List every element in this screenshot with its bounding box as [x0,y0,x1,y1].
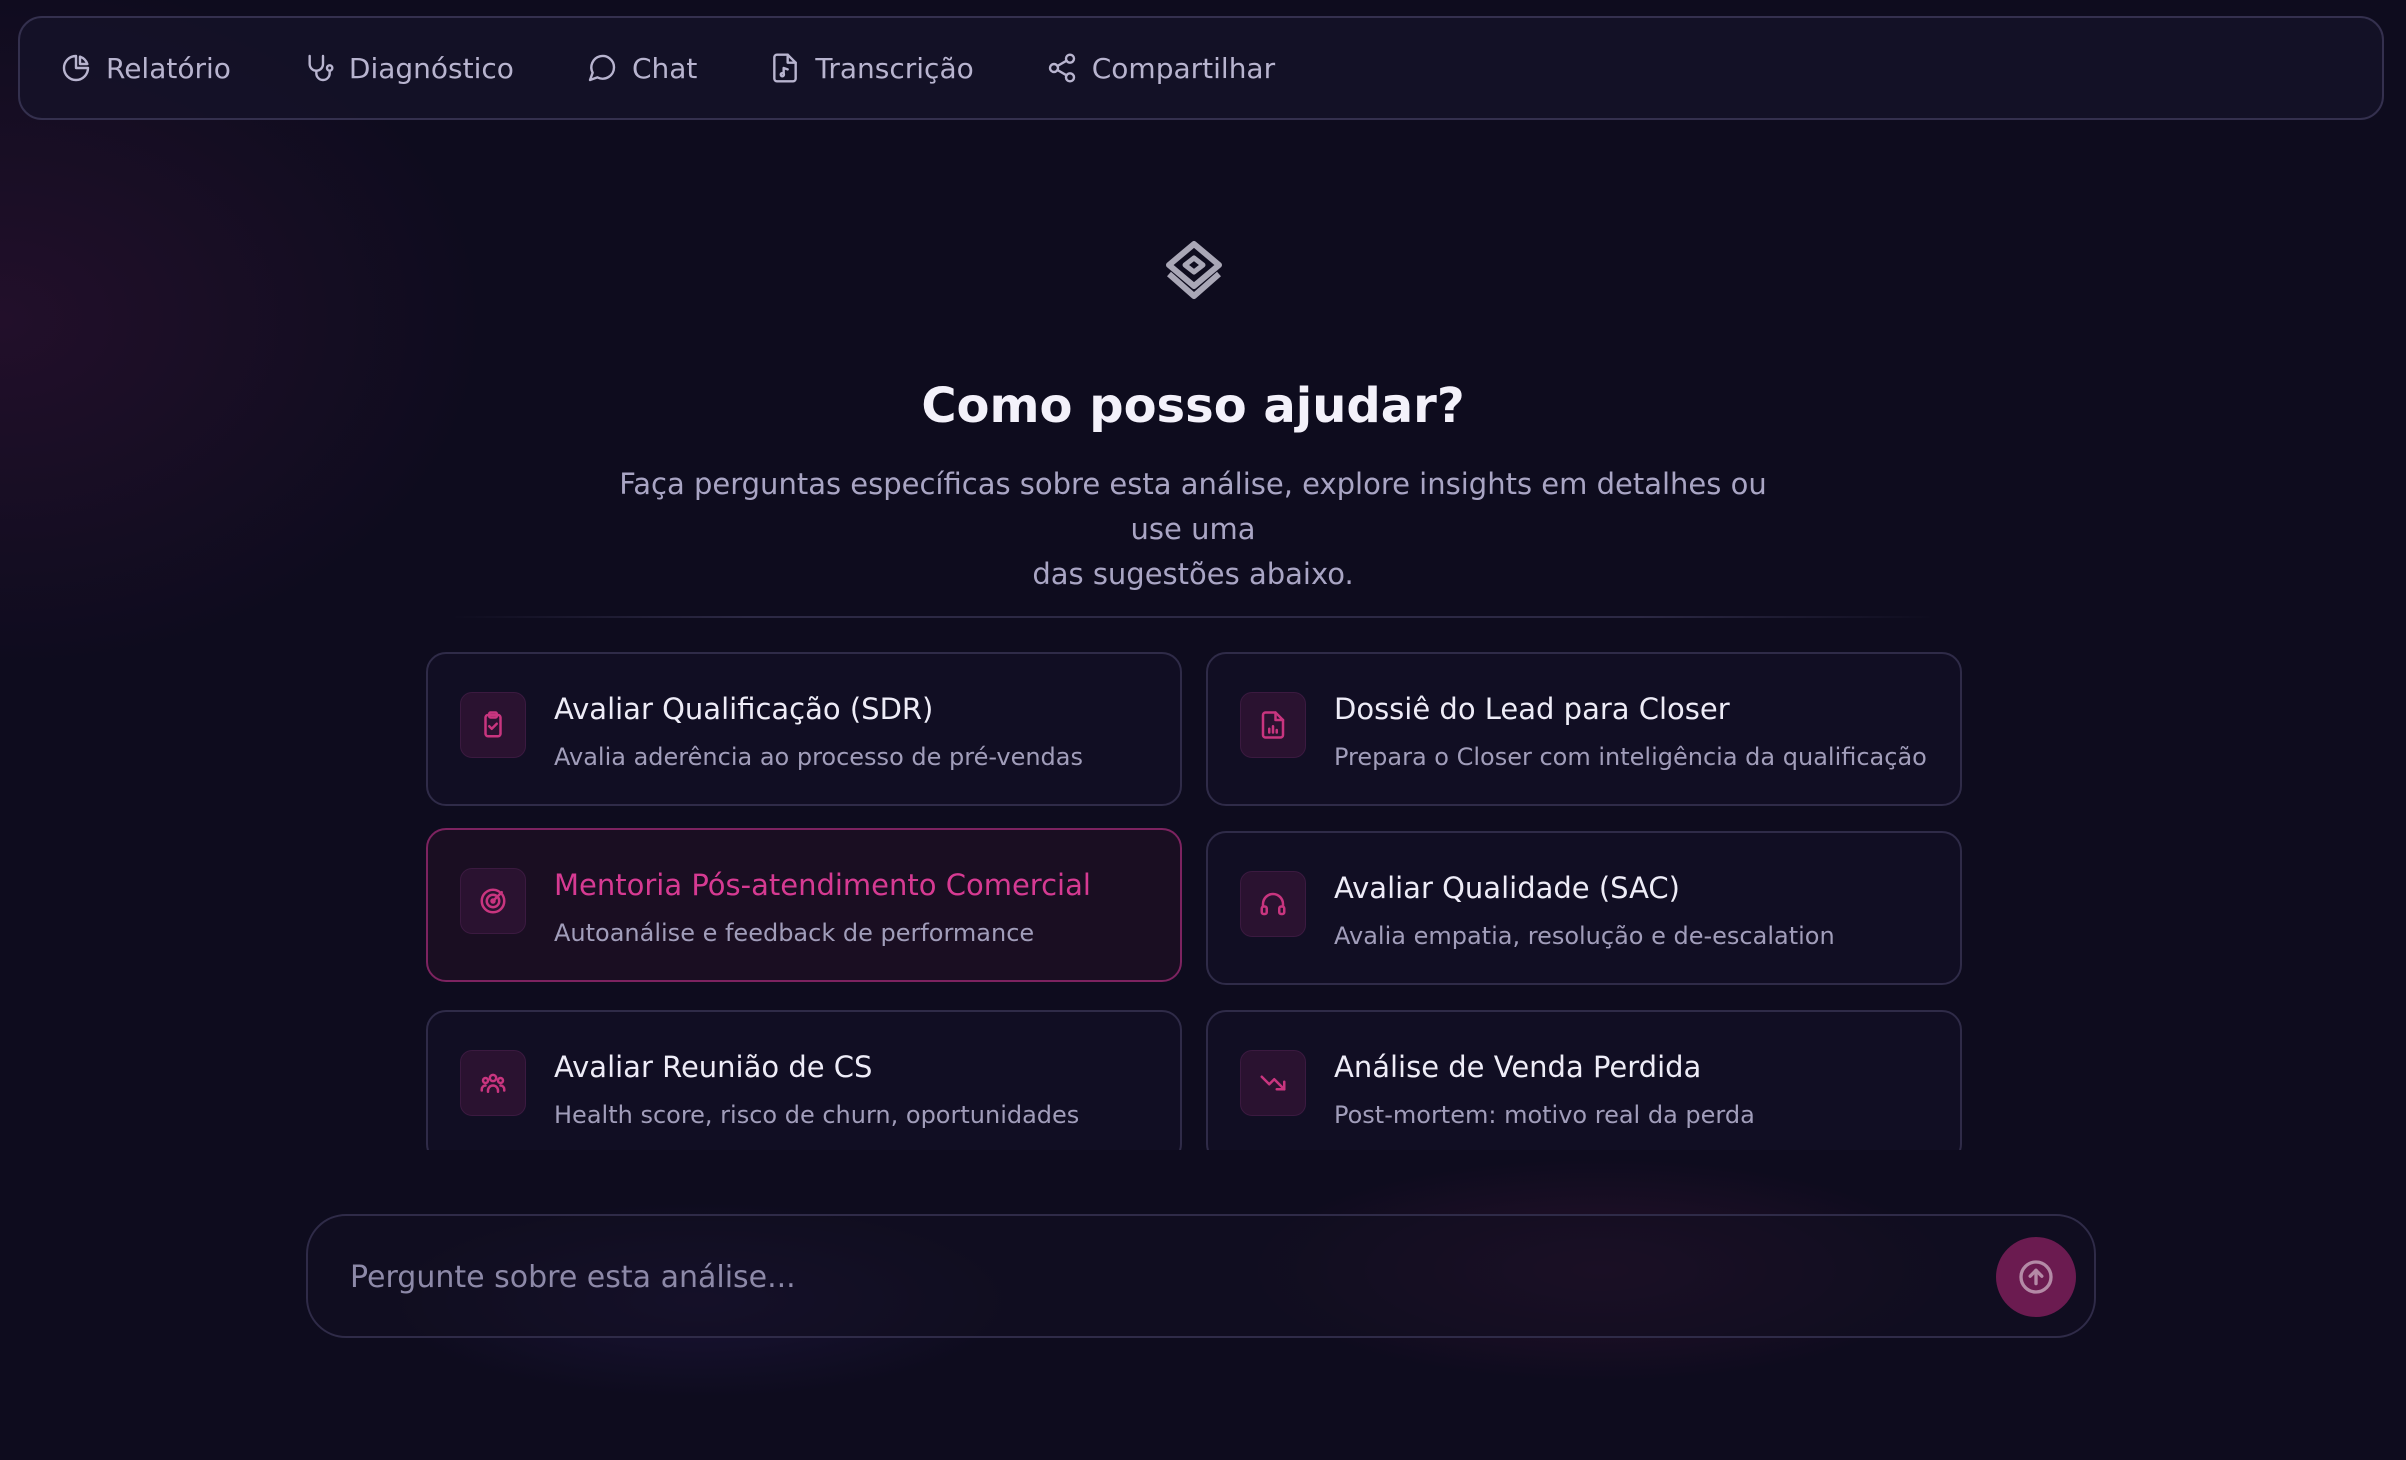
divider [450,616,1936,618]
users-icon [460,1050,526,1116]
tab-compartilhar[interactable]: Compartilhar [1046,52,1275,85]
suggestion-card-mentoria[interactable]: Mentoria Pós-atendimento Comercial Autoa… [426,828,1182,982]
subtitle-line-2: das sugestões abaixo. [1032,557,1354,591]
tab-transcricao[interactable]: Transcrição [769,51,974,85]
chat-input[interactable] [348,1246,1852,1308]
suggestion-description: Prepara o Closer com inteligência da qua… [1334,743,1927,771]
suggestion-title: Análise de Venda Perdida [1334,1050,1702,1084]
headset-icon [1240,871,1306,937]
suggestion-description: Health score, risco de churn, oportunida… [554,1101,1080,1129]
suggestion-card-venda-perdida[interactable]: Análise de Venda Perdida Post-mortem: mo… [1206,1010,1962,1150]
tab-diagnostico[interactable]: Diagnóstico [303,52,514,85]
tab-label: Chat [631,51,698,85]
suggestion-card-sdr[interactable]: Avaliar Qualificação (SDR) Avalia aderên… [426,652,1182,806]
suggestion-card-dossie[interactable]: Dossiê do Lead para Closer Prepara o Clo… [1206,652,1962,806]
suggestions-grid: Avaliar Qualificação (SDR) Avalia aderên… [420,648,1970,1150]
suggestion-card-cs[interactable]: Avaliar Reunião de CS Health score, risc… [426,1010,1182,1150]
suggestion-title: Avaliar Reunião de CS [554,1050,873,1084]
suggestion-description: Avalia aderência ao processo de pré-vend… [554,743,1083,771]
stethoscope-icon [303,52,335,84]
target-icon [460,868,526,934]
pie-chart-icon [60,52,92,84]
tab-chat[interactable]: Chat [586,52,697,85]
layered-diamond-logo [1163,238,1225,304]
tab-label: Diagnóstico [348,51,514,85]
suggestion-title: Avaliar Qualidade (SAC) [1334,871,1680,905]
top-nav: Relatório Diagnóstico Chat Transcrição C… [18,16,2384,120]
arrow-up-circle-icon [2019,1260,2053,1294]
page-subtitle: Faça perguntas específicas sobre esta an… [603,462,1783,597]
tab-label: Relatório [106,51,231,85]
share-icon [1046,52,1078,84]
suggestion-title: Dossiê do Lead para Closer [1334,692,1730,726]
file-audio-icon [769,52,801,84]
trending-down-icon [1240,1050,1306,1116]
suggestion-title: Mentoria Pós-atendimento Comercial [554,868,1091,902]
subtitle-line-1: Faça perguntas específicas sobre esta an… [619,467,1767,546]
tab-label: Transcrição [815,51,974,85]
clipboard-check-icon [460,692,526,758]
chat-composer [306,1214,2096,1338]
send-button[interactable] [1996,1237,2076,1317]
suggestion-card-sac[interactable]: Avaliar Qualidade (SAC) Avalia empatia, … [1206,831,1962,985]
chat-bubble-icon [586,52,618,84]
file-chart-icon [1240,692,1306,758]
suggestion-title: Avaliar Qualificação (SDR) [554,692,934,726]
suggestion-description: Post-mortem: motivo real da perda [1334,1101,1755,1129]
suggestion-description: Autoanálise e feedback de performance [554,919,1035,947]
suggestion-description: Avalia empatia, resolução e de-escalatio… [1334,922,1835,950]
tab-relatorio[interactable]: Relatório [60,52,231,85]
tab-label: Compartilhar [1091,51,1276,85]
page-title: Como posso ajudar? [921,378,1465,434]
